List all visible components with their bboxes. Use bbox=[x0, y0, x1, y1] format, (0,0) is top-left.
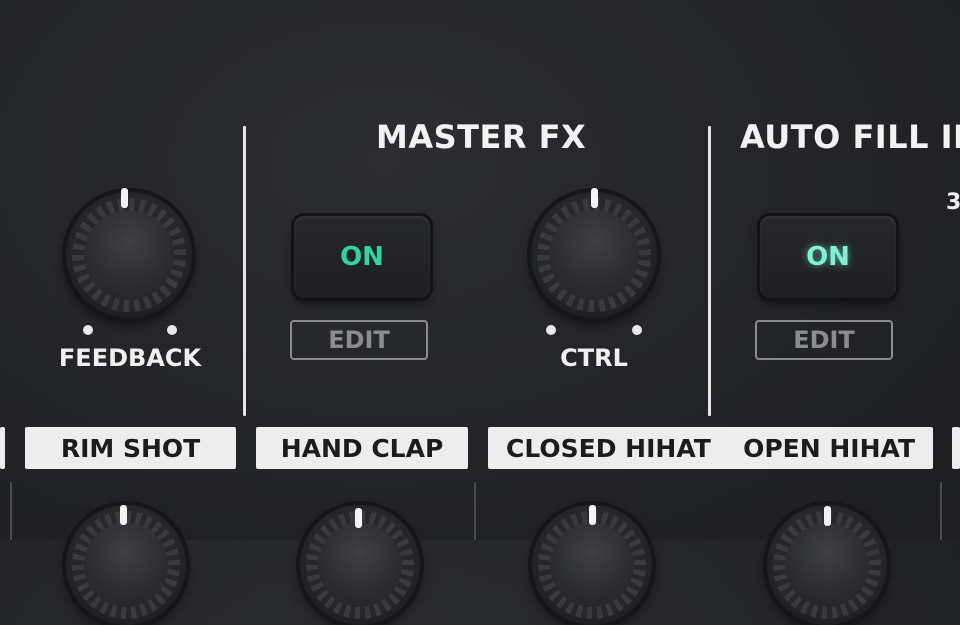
auto-fill-on-button[interactable]: ON bbox=[760, 216, 896, 298]
master-fx-on-button[interactable]: ON bbox=[294, 216, 430, 298]
auto-fill-on-label: ON bbox=[806, 242, 850, 272]
closed-hihat-knob-indicator bbox=[589, 505, 596, 525]
master-fx-title: MASTER FX bbox=[376, 118, 587, 156]
section-divider-right bbox=[708, 126, 711, 416]
edge-tag-left bbox=[0, 427, 5, 469]
bottom-divider-3 bbox=[940, 482, 942, 540]
auto-fill-edit-button[interactable]: EDIT bbox=[755, 320, 893, 360]
open-hihat-label: OPEN HIHAT bbox=[743, 433, 915, 463]
open-hihat-knob-indicator bbox=[824, 506, 831, 526]
feedback-min-dot bbox=[83, 325, 93, 335]
hand-clap-tag: HAND CLAP bbox=[256, 427, 468, 469]
hand-clap-knob-indicator bbox=[355, 508, 362, 528]
master-fx-on-label: ON bbox=[340, 242, 384, 272]
auto-fill-in-title: AUTO FILL IN bbox=[740, 118, 960, 156]
ctrl-knob[interactable] bbox=[531, 192, 657, 318]
master-fx-edit-label: EDIT bbox=[328, 326, 390, 354]
rim-shot-knob-indicator bbox=[120, 505, 127, 525]
feedback-knob-indicator bbox=[121, 188, 128, 208]
hand-clap-label: HAND CLAP bbox=[280, 433, 444, 463]
ctrl-knob-indicator bbox=[591, 188, 598, 208]
edge-tag-right bbox=[952, 427, 960, 469]
feedback-max-dot bbox=[167, 325, 177, 335]
closed-hihat-label: CLOSED HIHAT bbox=[506, 433, 711, 463]
feedback-label: FEEDBACK bbox=[58, 344, 202, 372]
ctrl-label: CTRL bbox=[560, 344, 628, 372]
feedback-knob[interactable] bbox=[66, 192, 192, 318]
auto-fill-edit-label: EDIT bbox=[793, 326, 855, 354]
rim-shot-label: RIM SHOT bbox=[60, 433, 201, 463]
bottom-divider-2 bbox=[474, 482, 476, 540]
bottom-divider-1 bbox=[10, 482, 12, 540]
section-divider-left bbox=[243, 126, 246, 416]
master-fx-edit-button[interactable]: EDIT bbox=[290, 320, 428, 360]
ctrl-min-dot bbox=[546, 325, 556, 335]
hihat-tag: CLOSED HIHAT OPEN HIHAT bbox=[488, 427, 933, 469]
ctrl-max-dot bbox=[632, 325, 642, 335]
partial-number-label: 3 bbox=[946, 190, 960, 215]
rim-shot-tag: RIM SHOT bbox=[25, 427, 236, 469]
